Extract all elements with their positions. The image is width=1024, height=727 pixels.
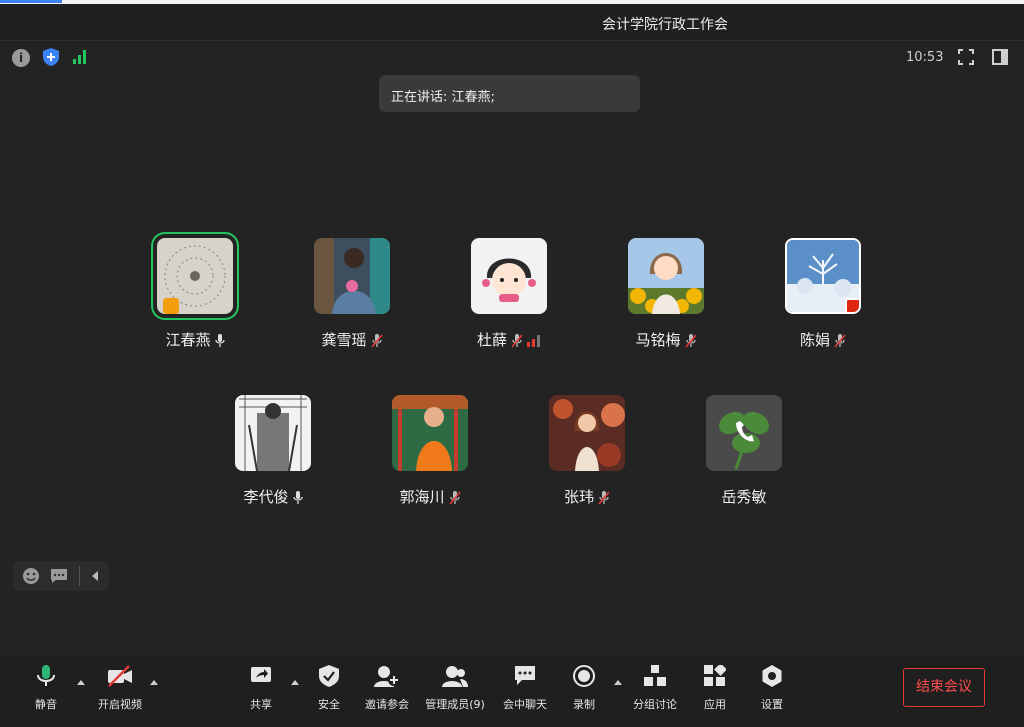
share-label: 共享: [250, 698, 272, 711]
participants-label: 管理成员(9): [425, 698, 485, 711]
share-screen-icon: [251, 667, 271, 682]
participant-name: 岳秀敏: [721, 488, 767, 506]
bottom-toolbar: 静音 开启视频 共享 安全 邀请参会 管理成员(9) 会中聊天 录制 分组讨论 …: [0, 655, 1024, 727]
clock: 10:53: [906, 50, 944, 65]
collapse-icon[interactable]: [91, 571, 99, 581]
title-bar: 会计学院行政工作会: [0, 4, 1024, 41]
participant-name-row: 李代俊: [213, 486, 333, 507]
fullscreen-icon[interactable]: [958, 49, 974, 65]
meeting-title: 会计学院行政工作会: [602, 17, 728, 33]
apps-button[interactable]: 应用: [699, 663, 731, 712]
avatar: [314, 238, 390, 314]
record-label: 录制: [573, 698, 595, 711]
info-icon[interactable]: i: [12, 49, 30, 67]
avatar: [628, 238, 704, 314]
apps-label: 应用: [704, 698, 726, 711]
end-meeting-button[interactable]: 结束会议: [903, 668, 985, 707]
participant-name-row: 杜薛: [449, 329, 569, 350]
settings-button[interactable]: 设置: [756, 665, 788, 712]
avatar: [785, 238, 861, 314]
mic-on-icon: [292, 490, 303, 504]
avatar: [235, 395, 311, 471]
mute-label: 静音: [35, 698, 57, 711]
breakout-button[interactable]: 分组讨论: [630, 665, 680, 712]
participant-name-row: 龚雪瑶: [292, 329, 412, 350]
apps-icon: [704, 663, 727, 686]
speaking-banner: 正在讲话: 江春燕;: [379, 75, 640, 112]
participants-icon: [442, 666, 468, 687]
participant-name-row: 郭海川: [370, 486, 490, 507]
emoji-icon[interactable]: [22, 567, 40, 585]
layout-icon[interactable]: [992, 49, 1008, 65]
participant-name: 李代俊: [243, 488, 289, 506]
breakout-label: 分组讨论: [633, 698, 677, 711]
gear-icon: [762, 665, 782, 687]
mic-on-icon: [214, 333, 225, 347]
start-video-button[interactable]: 开启视频: [94, 665, 146, 712]
video-options-caret[interactable]: [150, 680, 158, 685]
participant-name: 陈娟: [799, 331, 830, 349]
participant-name: 张玮: [563, 488, 594, 506]
avatar: [151, 232, 239, 320]
mic-muted-icon: [834, 333, 846, 348]
participant-name: 马铭梅: [635, 331, 681, 349]
china-flag-icon: [845, 298, 859, 312]
avatar: [706, 395, 782, 471]
audio-options-caret[interactable]: [77, 680, 85, 685]
participants-button[interactable]: 管理成员(9): [423, 665, 487, 712]
shield-icon[interactable]: [43, 48, 59, 66]
mic-muted-icon: [511, 333, 523, 348]
mic-muted-icon: [684, 333, 697, 348]
avatar: [549, 395, 625, 471]
record-icon: [573, 665, 595, 687]
participant-name-row: 江春燕: [135, 329, 255, 350]
tab-indicator: [0, 0, 62, 3]
mic-muted-icon: [448, 490, 461, 505]
invite-button[interactable]: 邀请参会: [362, 665, 412, 712]
host-badge-icon: [163, 298, 179, 314]
participant-name-row: 岳秀敏: [684, 486, 804, 507]
chat-label: 会中聊天: [503, 698, 547, 711]
signal-icon[interactable]: [73, 48, 89, 64]
settings-label: 设置: [761, 698, 783, 711]
share-button[interactable]: 共享: [245, 665, 277, 712]
comment-icon[interactable]: [50, 568, 68, 584]
divider: [79, 566, 80, 586]
participant-name: 郭海川: [399, 488, 445, 506]
record-options-caret[interactable]: [614, 680, 622, 685]
security-button[interactable]: 安全: [313, 665, 345, 712]
chat-button[interactable]: 会中聊天: [500, 665, 550, 712]
participant-name-row: 陈娟: [763, 329, 883, 350]
microphone-icon: [37, 665, 55, 686]
participant-name: 杜薛: [476, 331, 507, 349]
avatar: [471, 238, 547, 314]
participant-name-row: 马铭梅: [606, 329, 726, 350]
mic-muted-icon: [598, 490, 610, 505]
video-off-icon: [108, 665, 132, 687]
participant-name: 江春燕: [165, 331, 211, 349]
speaking-text: 正在讲话: 江春燕;: [391, 90, 495, 105]
invite-label: 邀请参会: [365, 698, 409, 711]
mic-muted-icon: [370, 333, 383, 348]
share-options-caret[interactable]: [291, 680, 299, 685]
video-label: 开启视频: [98, 698, 142, 711]
security-shield-icon: [319, 665, 339, 687]
chat-icon: [515, 666, 535, 685]
participant-name: 龚雪瑶: [321, 331, 367, 349]
signal-weak-icon: [527, 334, 540, 347]
breakout-rooms-icon: [644, 665, 666, 686]
mute-button[interactable]: 静音: [30, 665, 62, 712]
participant-name-row: 张玮: [527, 486, 647, 507]
security-label: 安全: [318, 698, 340, 711]
record-button[interactable]: 录制: [568, 665, 600, 712]
add-user-icon: [374, 666, 400, 687]
reaction-bar: [13, 561, 109, 591]
avatar: [392, 395, 468, 471]
